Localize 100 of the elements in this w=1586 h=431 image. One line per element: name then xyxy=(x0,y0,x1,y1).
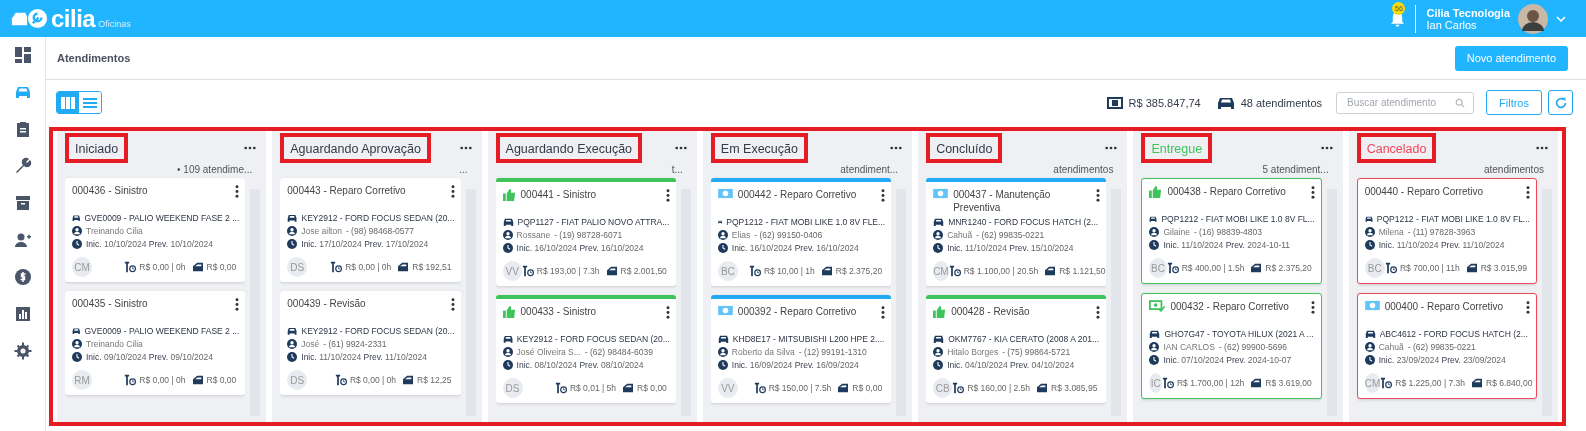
client-name: José Oliveira S... xyxy=(516,347,581,357)
vehicle-text: GVE0009 - PALIO WEEKEND FASE 2 ... xyxy=(84,326,240,336)
service-card[interactable]: 000432 - Reparo Corretivo GHO7G47 - TOYOTA HILUX (2021 A ... IAN CARLOS - (62) 99900-5696 Inic. 07/10/2024 Prev. 2024-10-07 IC R$ 1.700,00 | 12h R$ 3.619,00 xyxy=(1141,293,1322,399)
kebab-menu-icon[interactable] xyxy=(881,189,886,202)
service-card[interactable]: 000440 - Reparo Corretivo PQP1212 - FIAT MOBI LIKE 1.0 8V FL... Milena - (11) 97828-3963 Inic. 11/10/2024 Prev. 11/10/2024 BC R$ 700,00 | 11h R$ 3.015,99 xyxy=(1356,178,1537,284)
car-door-icon xyxy=(191,262,204,272)
wrench-clock-icon xyxy=(124,374,137,386)
dashboard-icon[interactable] xyxy=(12,45,33,65)
clock-icon xyxy=(717,243,728,253)
clock-icon xyxy=(287,352,298,362)
search-icon xyxy=(1455,97,1466,108)
assignee-avatar: VV xyxy=(717,378,738,398)
car-icon xyxy=(1149,214,1158,224)
labor-cost: R$ 0,00 | 0h xyxy=(139,262,186,272)
labor-cost: R$ 193,00 | 7.3h xyxy=(536,266,600,276)
parts-cost: R$ 3.015,99 xyxy=(1480,263,1527,273)
column-summary: 5 atendiment... xyxy=(1261,163,1330,175)
service-card[interactable]: 000438 - Reparo Corretivo PQP1212 - FIAT MOBI LIKE 1.0 8V FL... Gilaine - (16) 98839-4803 Inic. 11/10/2024 Prev. 2024-10-11 BC R$ 400,00 | 1.5h R$ 2.375,20 xyxy=(1141,178,1322,284)
service-card[interactable]: 000400 - Reparo Corretivo ABC4612 - FORD FOCUS HATCH (2... Cahuã - (62) 99835-0221 Inic. 23/09/2024 Prev. 23/09/2024 CM R$ 1.225,00 | 7.3h R$ 6.840,00 xyxy=(1356,293,1537,399)
car-door-icon xyxy=(1250,378,1263,388)
service-card[interactable]: 000437 - Manutenção Preventiva MNR1240 - FORD FOCUS HATCH (2... Cahuã - (62) 99835-0221 Inic. 11/10/2024 Prev. 15/10/2024 CM R$ 1.100,00 | 20.5h R$ 1.121,50 xyxy=(926,178,1107,286)
service-card[interactable]: 000441 - Sinistro PQP1127 - FIAT PALIO NOVO ATTRA... Rossane - (19) 98728-6071 Inic. 16/10/2024 Prev. 16/10/2024 VV R$ 193,00 | 7.3h R$ 2.001,50 xyxy=(495,178,676,286)
car-door-icon xyxy=(191,375,204,385)
card-title: 000441 - Sinistro xyxy=(520,188,598,201)
kebab-menu-icon[interactable] xyxy=(235,298,240,311)
assignee-avatar: CB xyxy=(933,378,953,398)
car-door-icon xyxy=(605,266,618,276)
date-range: Inic. 11/10/2024 Prev. 11/10/2024 xyxy=(301,352,427,362)
wrench-clock-icon xyxy=(952,382,965,394)
car-icon xyxy=(1149,329,1161,339)
card-title: 000443 - Reparo Corretivo xyxy=(287,184,407,197)
card-title: 000436 - Sinistro xyxy=(72,184,149,197)
card-title: 000435 - Sinistro xyxy=(72,297,149,310)
service-card[interactable]: 000428 - Revisão OKM7767 - KIA CERATO (2008 A 201... Hitalo Borges - (75) 99864-5721 Inic. 04/10/2024 Prev. 04/10/2024 CB R$ 160,00 | 2.5h R$ 3.085,95 xyxy=(926,295,1107,403)
client-name: Elias xyxy=(731,230,751,240)
service-card[interactable]: 000439 - Revisão KEY2912 - FORD FOCUS SEDAN (20... José - (61) 9924-2331 Inic. 11/10/2024 Prev. 11/10/2024 DS R$ 0,00 | 0h R$ 12,25 xyxy=(280,291,461,395)
kebab-menu-icon[interactable] xyxy=(450,298,455,311)
car-door-icon xyxy=(1044,266,1057,276)
parts-cost: R$ 0,00 xyxy=(206,262,237,272)
labor-cost: R$ 150,00 | 7.5h xyxy=(768,383,832,393)
service-card[interactable]: 000392 - Reparo Corretivo KHD8E17 - MITSUBISHI L200 HPE 2.... Roberto da Silva - (12) 99191-1310 Inic. 16/09/2024 Prev. 16/09/2024 VV R$ 150,00 | 7.5h R$ 0,00 xyxy=(710,295,892,403)
more-icon[interactable] xyxy=(244,146,257,151)
thumbs-up-icon xyxy=(933,305,947,318)
vehicle-text: PQP1212 - FIAT MOBI LIKE 1.0 8V FLE... xyxy=(726,217,886,227)
kebab-menu-icon[interactable] xyxy=(665,306,670,319)
more-icon[interactable] xyxy=(1105,146,1118,151)
more-icon[interactable] xyxy=(459,146,472,151)
more-icon[interactable] xyxy=(674,146,687,151)
wrench-clock-icon xyxy=(124,261,137,273)
labor-cost: R$ 10,00 | 1h xyxy=(763,266,815,276)
parts-cost: R$ 2.375,20 xyxy=(835,266,883,276)
labor-cost: R$ 160,00 | 2.5h xyxy=(967,383,1031,393)
kebab-menu-icon[interactable] xyxy=(1310,186,1315,199)
service-card[interactable]: 000442 - Reparo Corretivo PQP1212 - FIAT MOBI LIKE 1.0 8V FLE... Elias - (62) 99150-0406 Inic. 16/10/2024 Prev. 16/10/2024 BC R$ 10,00 | 1h R$ 2.375,20 xyxy=(710,178,892,286)
date-range: Inic. 16/10/2024 Prev. 16/10/2024 xyxy=(731,243,859,253)
car-icon xyxy=(502,334,513,344)
clock-icon xyxy=(502,360,513,370)
kebab-menu-icon[interactable] xyxy=(1096,306,1101,319)
column-title: Aguardando Aprovação xyxy=(290,142,421,157)
vehicle-text: PQP1212 - FIAT MOBI LIKE 1.0 8V FL... xyxy=(1376,214,1530,224)
kebab-menu-icon[interactable] xyxy=(1096,189,1101,202)
columns-view-icon[interactable] xyxy=(57,92,79,113)
kebab-menu-icon[interactable] xyxy=(1525,186,1530,199)
kebab-menu-icon[interactable] xyxy=(450,185,455,198)
card-icon xyxy=(933,188,949,199)
user-icon xyxy=(502,230,513,240)
labor-cost: R$ 0,00 | 0h xyxy=(349,375,397,385)
client-phone: - (12) 99191-1310 xyxy=(798,347,867,357)
kebab-menu-icon[interactable] xyxy=(1310,301,1315,314)
assignee-avatar: BC xyxy=(1364,258,1385,278)
kebab-menu-icon[interactable] xyxy=(1525,301,1530,314)
service-card[interactable]: 000436 - Sinistro GVE0009 - PALIO WEEKEND FASE 2 ... Treinando Cilia Inic. 10/10/2024 Prev. 10/10/2024 CM R$ 0,00 | 0h R$ 0,00 xyxy=(65,178,246,282)
car-door-icon xyxy=(1465,263,1478,273)
assignee-avatar: BC xyxy=(717,261,738,281)
client-name: Cahuã xyxy=(947,230,973,240)
wrench-clock-icon xyxy=(948,265,961,277)
wrench-clock-icon xyxy=(1166,262,1179,274)
date-range: Inic. 16/10/2024 Prev. 16/10/2024 xyxy=(516,243,644,253)
refresh-button[interactable] xyxy=(1548,90,1573,115)
clock-icon xyxy=(1364,240,1375,250)
more-icon[interactable] xyxy=(1320,146,1333,151)
service-card[interactable]: 000443 - Reparo Corretivo KEY2912 - FORD FOCUS SEDAN (20... Jose ailton - (98) 98468-0577 Inic. 17/10/2024 Prev. 17/10/2024 DS R$ 0,00 | 0h R$ 192,51 xyxy=(280,178,461,282)
car-icon xyxy=(287,326,298,336)
column-summary: t... xyxy=(670,163,684,175)
date-range: Inic. 07/10/2024 Prev. 2024-10-07 xyxy=(1163,355,1292,365)
user-icon xyxy=(1149,342,1160,352)
attendance-count: 48 atendimentos xyxy=(1240,96,1323,109)
kebab-menu-icon[interactable] xyxy=(881,306,886,319)
kebab-menu-icon[interactable] xyxy=(665,189,670,202)
service-card[interactable]: 000435 - Sinistro GVE0009 - PALIO WEEKEND FASE 2 ... Treinando Cilia Inic. 09/10/2024 Prev. 09/10/2024 RM R$ 0,00 | 0h R$ 0,00 xyxy=(65,291,246,395)
service-card[interactable]: 000433 - Sinistro KEY2912 - FORD FOCUS SEDAN (20... José Oliveira S... - (62) 98484-6039 Inic. 08/10/2024 Prev. 08/10/2024 DS R$ 0,01 | 5h R$ 0,00 xyxy=(495,295,676,403)
more-icon[interactable] xyxy=(890,146,903,151)
dollar-icon[interactable] xyxy=(12,267,33,287)
search-field[interactable]: Buscar atendimento xyxy=(1336,91,1475,114)
car-icon xyxy=(717,334,729,344)
more-icon[interactable] xyxy=(1535,146,1548,151)
gear-icon[interactable] xyxy=(12,341,33,361)
kebab-menu-icon[interactable] xyxy=(235,185,240,198)
user-avatar[interactable] xyxy=(1518,3,1548,34)
wrench-clock-icon xyxy=(554,382,567,394)
